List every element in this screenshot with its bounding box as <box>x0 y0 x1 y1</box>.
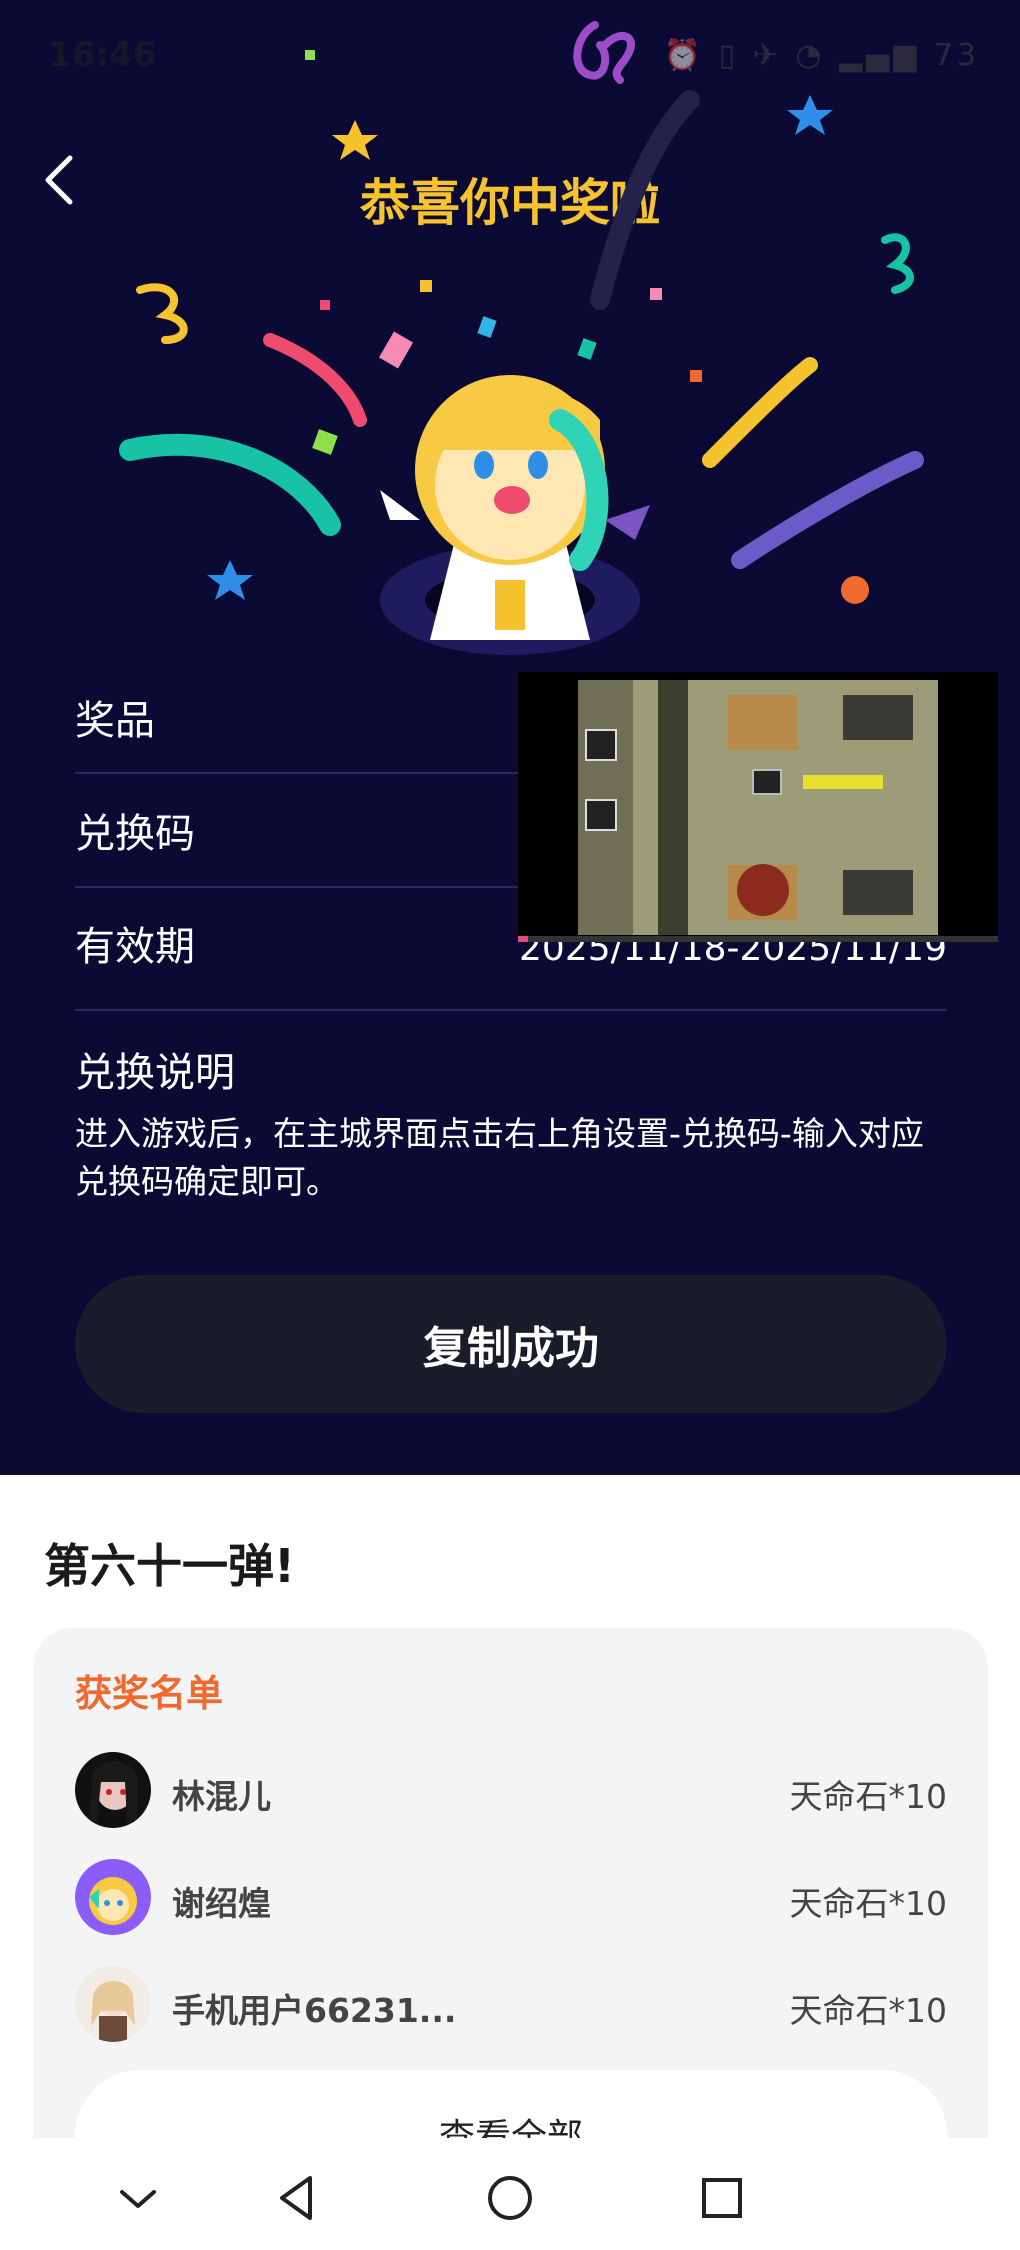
winner-row: 林混儿 天命石*10 <box>75 1752 947 1832</box>
round-title: 第六十一弹! <box>44 1539 295 1593</box>
instructions-text: 进入游戏后，在主城界面点击右上角设置-兑换码-输入对应兑换码确定即可。 <box>75 1114 924 1201</box>
recents-square-icon[interactable] <box>692 2168 752 2228</box>
instructions-label: 兑换说明 <box>75 1050 235 1096</box>
winner-prize: 天命石*10 <box>789 1777 948 1816</box>
chevron-down-icon[interactable] <box>108 2168 168 2228</box>
code-label: 兑换码 <box>75 811 195 857</box>
winner-row: 手机用户66231... 天命石*10 <box>75 1966 947 2046</box>
winner-row: 谢绍煌 天命石*10 <box>75 1859 947 1939</box>
celebration-illustration <box>119 50 924 655</box>
winner-name: 手机用户66231... <box>172 1991 457 2030</box>
floating-video-player[interactable] <box>518 672 998 942</box>
winner-prize: 天命石*10 <box>789 1991 948 2030</box>
avatar <box>75 1966 151 2042</box>
prize-label: 奖品 <box>75 698 155 744</box>
avatar <box>75 1859 151 1935</box>
video-frame <box>578 680 938 935</box>
system-nav-bar <box>0 2138 1020 2250</box>
winner-prize: 天命石*10 <box>789 1884 948 1923</box>
home-circle-icon[interactable] <box>480 2168 540 2228</box>
validity-label: 有效期 <box>75 924 195 970</box>
back-triangle-icon[interactable] <box>268 2168 328 2228</box>
winner-name: 林混儿 <box>172 1777 271 1816</box>
winners-title: 获奖名单 <box>75 1672 223 1715</box>
prize-screen: 16:46 ⏰ ▯ ✈ ◔ ▂▄▆ 73 恭喜你中奖啦 奖品 兑换码 有效期 2… <box>0 0 1020 1475</box>
divider <box>75 1009 947 1011</box>
winner-name: 谢绍煌 <box>172 1884 271 1923</box>
video-progress-fill <box>518 936 528 942</box>
avatar <box>75 1752 151 1828</box>
copy-code-button[interactable]: 复制成功 <box>75 1275 947 1413</box>
video-progress-bar[interactable] <box>518 936 998 942</box>
